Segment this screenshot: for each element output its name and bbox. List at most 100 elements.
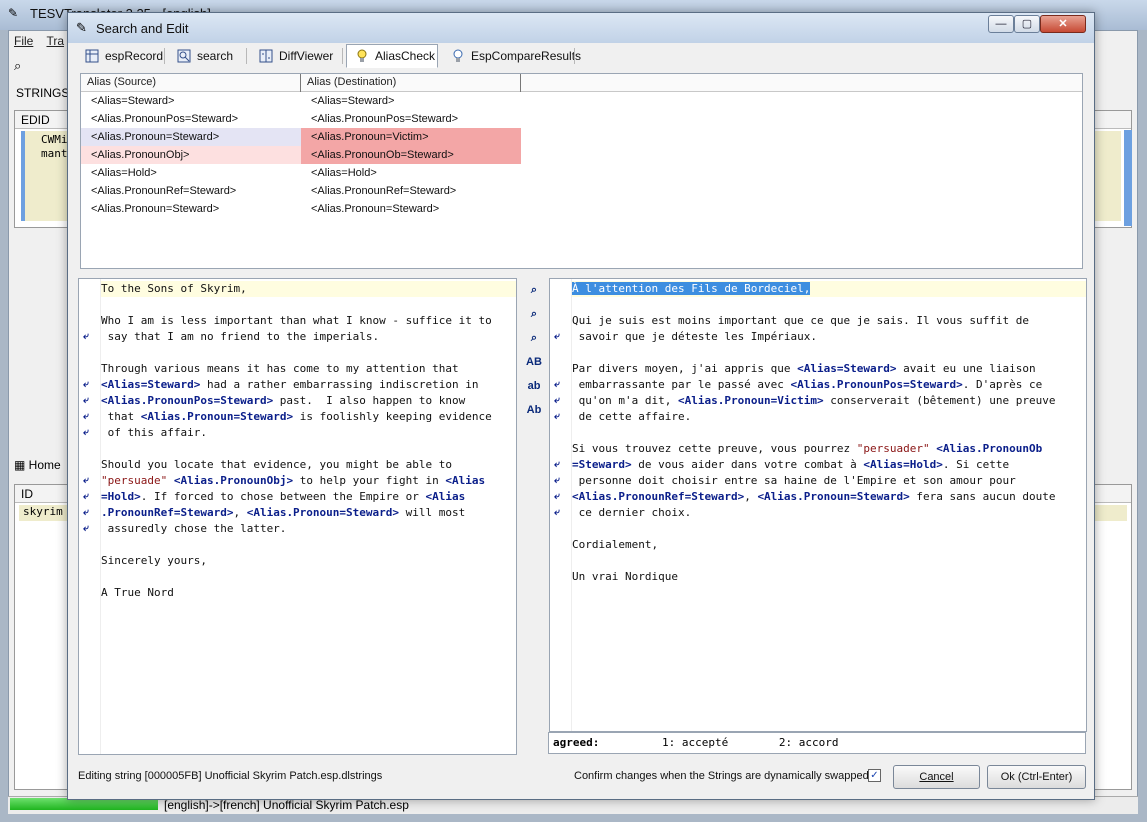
text-span: Si vous trouvez cette preuve, vous pourr… bbox=[572, 442, 857, 455]
alias-token: <Alias=Steward> bbox=[101, 378, 201, 391]
text-line: Should you locate that evidence, you mig… bbox=[101, 457, 452, 473]
find-next-icon[interactable]: ⌕ bbox=[523, 327, 545, 349]
text-line: To the Sons of Skyrim, bbox=[101, 281, 247, 297]
word-wrap-icon: ⤶ bbox=[83, 379, 89, 390]
alias-token: <Alias.Pronoun=Steward> bbox=[757, 490, 910, 503]
search-icon[interactable]: ⌕ bbox=[14, 58, 21, 74]
word-wrap-icon: ⤶ bbox=[554, 475, 560, 486]
tab-separator bbox=[574, 48, 575, 64]
alias-destination-cell: <Alias.Pronoun=Victim> bbox=[301, 128, 521, 146]
destination-text-editor[interactable]: À l'attention des Fils de Bordeciel, Qui … bbox=[549, 278, 1087, 732]
tab-esprecord[interactable]: espRecord bbox=[76, 44, 163, 68]
alias-token: <Alias=Hold> bbox=[863, 458, 943, 471]
glossary-option[interactable]: 2: accord bbox=[779, 736, 839, 749]
edid-cell[interactable]: CWMi bbox=[41, 133, 68, 146]
text-line: qu'on m'a dit, <Alias.Pronoun=Victim> co… bbox=[572, 393, 1056, 409]
minimize-button[interactable]: — bbox=[988, 15, 1014, 33]
alias-source-cell: <Alias=Steward> bbox=[91, 95, 175, 107]
home-icon: ▦ bbox=[14, 458, 29, 472]
text-line: Qui je suis est moins important que ce q… bbox=[572, 313, 1029, 329]
alias-row[interactable]: <Alias.Pronoun=Steward> <Alias.Pronoun=St… bbox=[81, 200, 521, 218]
close-button[interactable]: ✕ bbox=[1040, 15, 1086, 33]
menu-translate[interactable]: Tra bbox=[46, 34, 64, 48]
word-wrap-icon: ⤶ bbox=[554, 411, 560, 422]
word-wrap-icon: ⤶ bbox=[554, 331, 560, 342]
alias-token: <Alias=Steward> bbox=[797, 362, 897, 375]
text-span bbox=[167, 474, 174, 487]
dialog-titlebar[interactable]: ✎ Search and Edit — ▢ ✕ bbox=[68, 13, 1094, 43]
alias-row[interactable]: <Alias.PronounPos=Steward> <Alias.Pronoun… bbox=[81, 110, 521, 128]
menu-file[interactable]: File bbox=[14, 34, 33, 48]
cancel-label: Cancel bbox=[919, 771, 954, 783]
word-wrap-icon: ⤶ bbox=[83, 523, 89, 534]
text-span: fera sans aucun doute bbox=[909, 490, 1056, 503]
cancel-button[interactable]: Cancel bbox=[893, 765, 980, 789]
text-span: assuredly chose the latter. bbox=[101, 522, 287, 535]
alias-token: <Alias bbox=[425, 490, 466, 503]
alias-token: =Steward> bbox=[572, 458, 632, 471]
tab-espcompareresults[interactable]: EspCompareResults bbox=[442, 44, 581, 68]
alias-destination-cell: <Alias=Hold> bbox=[311, 167, 377, 179]
maximize-button[interactable]: ▢ bbox=[1014, 15, 1040, 33]
alias-source-cell: <Alias.PronounObj> bbox=[81, 146, 301, 164]
text-line: <Alias=Steward> had a rather embarrassin… bbox=[101, 377, 479, 393]
alias-row[interactable]: <Alias.PronounRef=Steward> <Alias.Pronoun… bbox=[81, 182, 521, 200]
tab-search[interactable]: search bbox=[168, 44, 242, 68]
text-span: to help your fight in bbox=[293, 474, 446, 487]
edid-cell[interactable]: mant bbox=[41, 147, 68, 160]
text-span: Qui je suis est moins important que ce q… bbox=[572, 314, 1029, 327]
search-icon[interactable]: ⌕ bbox=[523, 279, 545, 301]
tab-label: search bbox=[197, 49, 234, 63]
text-span: qu'on m'a dit, bbox=[572, 394, 678, 407]
text-span: Par divers moyen, j'ai appris que bbox=[572, 362, 798, 375]
text-span: Should you locate that evidence, you mig… bbox=[101, 458, 452, 471]
capitalize-icon[interactable]: Ab bbox=[523, 399, 545, 421]
alias-check-table[interactable]: Alias (Source) Alias (Destination) <Alia… bbox=[80, 73, 1083, 269]
tab-label: DiffViewer bbox=[279, 49, 334, 63]
ok-button[interactable]: Ok (Ctrl-Enter) bbox=[987, 765, 1086, 789]
uppercase-icon[interactable]: AB bbox=[523, 351, 545, 373]
lowercase-icon[interactable]: ab bbox=[523, 375, 545, 397]
tab-diffviewer[interactable]: DiffViewer bbox=[250, 44, 338, 68]
text-line: =Hold>. If forced to chose between the E… bbox=[101, 489, 465, 505]
text-span: , bbox=[233, 506, 247, 519]
find-prev-icon[interactable]: ⌕ bbox=[523, 303, 545, 325]
pencil-icon: ✎ bbox=[76, 20, 87, 35]
text-line: embarrassante par le passé avec <Alias.P… bbox=[572, 377, 1043, 393]
search-list-icon bbox=[177, 49, 191, 63]
word-wrap-icon: ⤶ bbox=[83, 395, 89, 406]
glossary-suggestions[interactable]: agreed: 1: accepté 2: accord bbox=[548, 732, 1086, 754]
glossary-option[interactable]: 1: accepté bbox=[662, 736, 728, 749]
dialog-title: Search and Edit bbox=[96, 21, 189, 36]
source-text-editor[interactable]: To the Sons of Skyrim, Who I am is less i… bbox=[78, 278, 517, 755]
glossary-term: agreed: bbox=[553, 736, 600, 749]
word-wrap-icon: ⤶ bbox=[554, 459, 560, 470]
text-line: de cette affaire. bbox=[572, 409, 692, 425]
text-line: that <Alias.Pronoun=Steward> is foolishl… bbox=[101, 409, 492, 425]
alias-source-cell: <Alias=Hold> bbox=[91, 167, 157, 179]
diff-icon bbox=[259, 49, 273, 63]
alias-row[interactable]: <Alias.PronounObj> <Alias.PronounOb=Stewa… bbox=[81, 146, 521, 164]
alias-row[interactable]: <Alias=Hold> <Alias=Hold> bbox=[81, 164, 521, 182]
header-alias-source[interactable]: Alias (Source) bbox=[81, 74, 301, 92]
word-wrap-icon: ⤶ bbox=[83, 331, 89, 342]
text-span: will most bbox=[399, 506, 466, 519]
word-wrap-icon: ⤶ bbox=[554, 379, 560, 390]
alias-row[interactable]: <Alias=Steward> <Alias=Steward> bbox=[81, 92, 521, 110]
home-tab[interactable]: ▦ Home bbox=[14, 458, 61, 472]
text-line: Cordialement, bbox=[572, 537, 658, 553]
text-span: . If forced to chose between the Empire … bbox=[140, 490, 426, 503]
lightbulb-icon bbox=[453, 49, 463, 62]
home-tab-label: Home bbox=[28, 458, 61, 472]
alias-token: =Hold> bbox=[101, 490, 141, 503]
text-span: conserverait (bêtement) une preuve bbox=[823, 394, 1056, 407]
confirm-changes-checkbox[interactable]: ✓ bbox=[868, 769, 881, 782]
header-alias-destination[interactable]: Alias (Destination) bbox=[301, 74, 521, 92]
text-line: A True Nord bbox=[101, 585, 174, 601]
word-wrap-icon: ⤶ bbox=[83, 507, 89, 518]
tab-label: AliasCheck bbox=[375, 49, 436, 63]
text-span: Cordialement, bbox=[572, 538, 659, 551]
tab-aliascheck[interactable]: AliasCheck bbox=[346, 44, 438, 68]
alias-row[interactable]: <Alias.Pronoun=Steward> <Alias.Pronoun=Vi… bbox=[81, 128, 521, 146]
text-span: Un vrai Nordique bbox=[572, 570, 678, 583]
